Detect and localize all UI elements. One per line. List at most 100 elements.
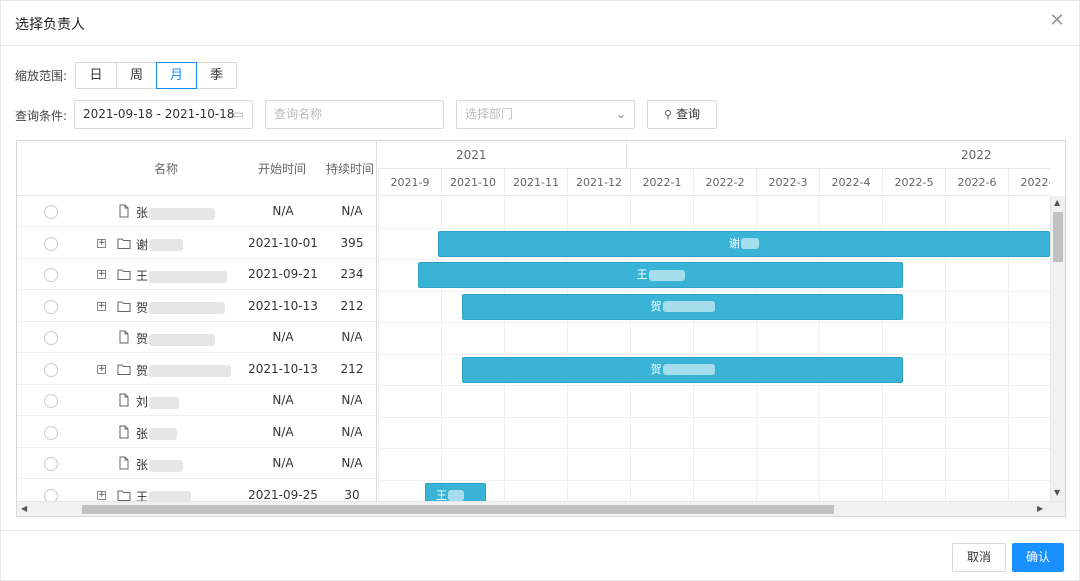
row-start-time: 2021-10-01 bbox=[248, 235, 318, 250]
row-name: 张 bbox=[136, 456, 184, 473]
gantt-bar-label: 王 bbox=[436, 488, 447, 502]
chevron-down-icon: ⌄ bbox=[615, 107, 626, 121]
date-range-picker[interactable]: 2021-09-18 - 2021-10-18 ▭ bbox=[74, 100, 253, 129]
grid-line bbox=[378, 353, 1050, 355]
zoom-label: 缩放范围: bbox=[15, 69, 68, 83]
row-duration: N/A bbox=[341, 330, 363, 344]
redacted-blur bbox=[149, 239, 184, 251]
name-search-input[interactable]: 查询名称 bbox=[265, 100, 444, 129]
gantt-chart: 2021 2022 2021-9 2021-10 2021-11 2021-12 202… bbox=[378, 141, 1050, 501]
table-row[interactable]: 贺 N/A N/A bbox=[17, 322, 377, 353]
column-header-start: 开始时间 bbox=[258, 162, 307, 176]
gantt-bar[interactable]: 贺 bbox=[462, 293, 903, 320]
table-row[interactable]: + 谢 2021-10-01 395 bbox=[17, 228, 377, 259]
gantt-bar[interactable]: 贺 bbox=[462, 356, 903, 383]
expand-icon[interactable]: + bbox=[97, 490, 106, 500]
task-list: 名称 开始时间 持续时间 张 N/A N/A + 谢 2021-10-01 395 + 王 202… bbox=[17, 141, 377, 511]
scroll-down-icon[interactable]: ▼ bbox=[1054, 488, 1060, 497]
column-header-duration: 持续时间 bbox=[326, 162, 375, 176]
row-name: 刘 bbox=[136, 393, 180, 410]
grid-line bbox=[378, 290, 1050, 292]
vertical-scrollbar[interactable]: ▲ ▼ bbox=[1050, 196, 1065, 501]
expand-icon[interactable]: + bbox=[97, 238, 106, 248]
row-duration: N/A bbox=[341, 456, 363, 470]
row-radio[interactable] bbox=[44, 205, 58, 219]
cancel-button[interactable]: 取消 bbox=[952, 543, 1006, 572]
task-list-header: 名称 开始时间 持续时间 bbox=[17, 141, 377, 196]
calendar-icon: ▭ bbox=[232, 107, 244, 121]
row-radio[interactable] bbox=[44, 457, 58, 471]
row-radio[interactable] bbox=[44, 331, 58, 345]
file-icon bbox=[119, 393, 129, 407]
dialog: 选择负责人 ✕ 缩放范围: 日 周 月 季 查询条件: 2021-09-18 -… bbox=[0, 0, 1080, 581]
redacted-blur bbox=[149, 270, 228, 283]
table-row[interactable]: 刘 N/A N/A bbox=[17, 385, 377, 416]
zoom-month-button[interactable]: 月 bbox=[156, 62, 197, 89]
table-row[interactable]: + 贺 2021-10-13 212 bbox=[17, 291, 377, 322]
row-name: 贺 bbox=[136, 299, 226, 316]
row-start-time: N/A bbox=[272, 393, 294, 407]
gantt-table: 名称 开始时间 持续时间 张 N/A N/A + 谢 2021-10-01 395 + 王 202… bbox=[16, 140, 1066, 517]
month-header: 2021-12 bbox=[567, 169, 630, 196]
file-icon bbox=[119, 425, 129, 438]
redacted-blur bbox=[448, 490, 464, 501]
redacted-blur bbox=[741, 238, 759, 249]
row-radio[interactable] bbox=[44, 236, 58, 251]
folder-icon bbox=[117, 269, 131, 280]
zoom-quarter-button[interactable]: 季 bbox=[196, 62, 237, 89]
redacted-blur bbox=[662, 364, 715, 375]
query-label: 查询条件: bbox=[15, 109, 68, 123]
row-start-time: 2021-10-13 bbox=[248, 361, 318, 376]
file-icon bbox=[119, 330, 129, 344]
row-duration: N/A bbox=[341, 424, 363, 439]
department-select[interactable]: 选择部门 ⌄ bbox=[456, 100, 635, 129]
row-radio[interactable] bbox=[44, 268, 58, 282]
scroll-left-icon[interactable]: ◀ bbox=[21, 504, 27, 513]
row-radio[interactable] bbox=[44, 299, 58, 314]
month-header: 2022-7 bbox=[1008, 169, 1050, 196]
close-icon[interactable]: ✕ bbox=[1047, 11, 1067, 31]
department-placeholder: 选择部门 bbox=[465, 107, 514, 121]
expand-icon[interactable]: + bbox=[97, 270, 106, 279]
vertical-scroll-thumb[interactable] bbox=[1053, 212, 1063, 262]
horizontal-scrollbar[interactable]: ◀ ▶ bbox=[17, 501, 1065, 516]
zoom-day-button[interactable]: 日 bbox=[75, 62, 117, 89]
month-header: 2021-9 bbox=[378, 169, 441, 196]
file-icon bbox=[119, 456, 129, 470]
gantt-bar-label: 贺 bbox=[650, 299, 662, 313]
gantt-bar[interactable]: 谢 bbox=[438, 230, 1050, 257]
zoom-week-button[interactable]: 周 bbox=[116, 62, 157, 89]
confirm-button[interactable]: 确认 bbox=[1012, 543, 1064, 572]
search-button[interactable]: ⚲ 查询 bbox=[647, 100, 717, 129]
horizontal-scroll-thumb[interactable] bbox=[82, 505, 834, 514]
row-radio[interactable] bbox=[44, 394, 58, 408]
row-name: 张 bbox=[136, 425, 178, 442]
expand-icon[interactable]: + bbox=[97, 301, 106, 311]
table-row[interactable]: 张 N/A N/A bbox=[17, 417, 377, 448]
row-name: 张 bbox=[136, 204, 216, 221]
month-header: 2022-4 bbox=[819, 169, 882, 196]
redacted-blur bbox=[149, 459, 184, 472]
redacted-blur bbox=[662, 301, 715, 312]
scroll-up-icon[interactable]: ▲ bbox=[1054, 198, 1060, 207]
month-header: 2022-2 bbox=[693, 169, 756, 196]
row-start-time: N/A bbox=[272, 456, 294, 470]
expand-icon[interactable]: + bbox=[97, 364, 106, 374]
table-row[interactable]: + 贺 2021-10-13 212 bbox=[17, 354, 377, 385]
grid-line bbox=[378, 448, 1050, 449]
grid-line bbox=[378, 259, 1050, 260]
grid-line bbox=[378, 385, 1050, 386]
table-row[interactable]: + 王 2021-09-21 234 bbox=[17, 259, 377, 290]
folder-icon bbox=[117, 490, 131, 501]
row-radio[interactable] bbox=[44, 425, 58, 440]
table-row[interactable]: 张 N/A N/A bbox=[17, 448, 377, 479]
row-radio[interactable] bbox=[44, 362, 58, 377]
row-start-time: N/A bbox=[272, 330, 294, 344]
gantt-bar-label: 王 bbox=[636, 268, 648, 281]
month-header: 2022-6 bbox=[945, 169, 1008, 196]
table-row[interactable]: 张 N/A N/A bbox=[17, 196, 377, 227]
gantt-bar[interactable]: 王 bbox=[418, 262, 903, 288]
grid-line bbox=[378, 227, 1050, 229]
gantt-bar[interactable]: 王 bbox=[425, 482, 486, 502]
scroll-right-icon[interactable]: ▶ bbox=[1037, 504, 1043, 513]
